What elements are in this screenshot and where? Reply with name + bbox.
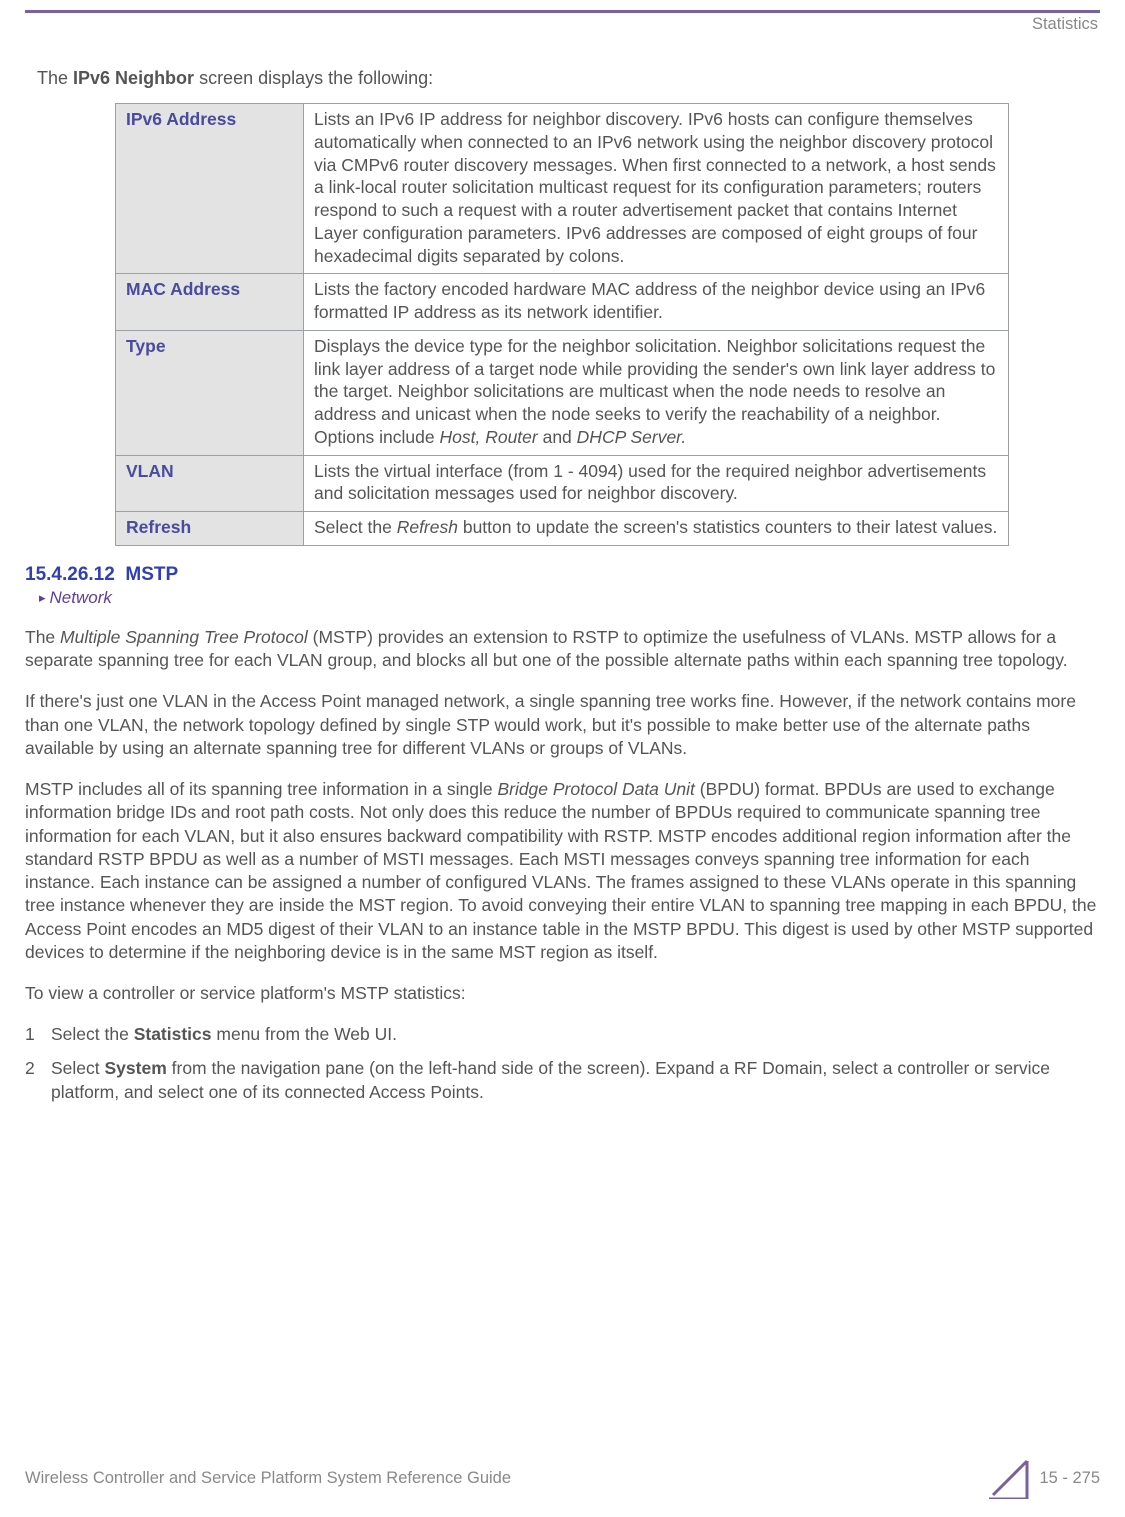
footer-right: 15 - 275 — [989, 1457, 1100, 1499]
table-row: MAC Address Lists the factory encoded ha… — [116, 274, 1009, 331]
definitions-table: IPv6 Address Lists an IPv6 IP address fo… — [115, 103, 1009, 546]
p-em: Bridge Protocol Data Unit — [497, 779, 694, 799]
row-desc: Lists the virtual interface (from 1 - 40… — [304, 455, 1009, 512]
row-desc: Displays the device type for the neighbo… — [304, 330, 1009, 455]
step-bold: Statistics — [134, 1024, 212, 1044]
table-row: VLAN Lists the virtual interface (from 1… — [116, 455, 1009, 512]
intro-bold: IPv6 Neighbor — [73, 68, 194, 88]
step-text: from the navigation pane (on the left-ha… — [51, 1058, 1050, 1102]
table-row: IPv6 Address Lists an IPv6 IP address fo… — [116, 104, 1009, 274]
section-title: MSTP — [125, 564, 178, 585]
step-text: Select — [51, 1058, 105, 1078]
breadcrumb[interactable]: ▸ Network — [39, 588, 1100, 608]
steps-list: Select the Statistics menu from the Web … — [25, 1023, 1100, 1104]
table-row: Refresh Select the Refresh button to upd… — [116, 512, 1009, 546]
row-desc-text: and — [538, 427, 577, 447]
body-paragraph: The Multiple Spanning Tree Protocol (MST… — [25, 626, 1100, 673]
footer-page-number: 15 - 275 — [1039, 1469, 1100, 1488]
row-desc: Select the Refresh button to update the … — [304, 512, 1009, 546]
row-label: IPv6 Address — [116, 104, 304, 274]
table-row: Type Displays the device type for the ne… — [116, 330, 1009, 455]
row-desc-em: DHCP Server. — [577, 427, 687, 447]
step-text: Select the — [51, 1024, 134, 1044]
step-bold: System — [105, 1058, 167, 1078]
row-label: MAC Address — [116, 274, 304, 331]
p-text: MSTP includes all of its spanning tree i… — [25, 779, 497, 799]
p-text: The — [25, 627, 60, 647]
intro-suffix: screen displays the following: — [194, 68, 433, 88]
body-paragraph: If there's just one VLAN in the Access P… — [25, 690, 1100, 760]
p-text: (BPDU) format. BPDUs are used to exchang… — [25, 779, 1096, 962]
header-rule — [25, 10, 1100, 13]
body-paragraph: To view a controller or service platform… — [25, 982, 1100, 1005]
footer-guide-title: Wireless Controller and Service Platform… — [25, 1469, 511, 1488]
row-label: Type — [116, 330, 304, 455]
row-desc-text: button to update the screen's statistics… — [458, 517, 997, 537]
section-heading: 15.4.26.12 MSTP — [25, 564, 1100, 586]
page-section-label: Statistics — [25, 15, 1100, 68]
row-desc: Lists an IPv6 IP address for neighbor di… — [304, 104, 1009, 274]
row-label: VLAN — [116, 455, 304, 512]
intro-text: The IPv6 Neighbor screen displays the fo… — [37, 68, 1100, 89]
list-item: Select the Statistics menu from the Web … — [25, 1023, 1100, 1047]
row-label: Refresh — [116, 512, 304, 546]
p-em: Multiple Spanning Tree Protocol — [60, 627, 308, 647]
step-text: menu from the Web UI. — [212, 1024, 397, 1044]
breadcrumb-label: Network — [50, 588, 112, 607]
row-desc-em: Host, Router — [440, 427, 538, 447]
row-desc: Lists the factory encoded hardware MAC a… — [304, 274, 1009, 331]
section-number: 15.4.26.12 — [25, 564, 115, 585]
page-footer: Wireless Controller and Service Platform… — [25, 1457, 1100, 1499]
page-corner-icon — [989, 1457, 1031, 1499]
row-desc-text: Select the — [314, 517, 397, 537]
body-paragraph: MSTP includes all of its spanning tree i… — [25, 778, 1100, 964]
list-item: Select System from the navigation pane (… — [25, 1057, 1100, 1104]
row-desc-em: Refresh — [397, 517, 458, 537]
breadcrumb-arrow-icon: ▸ — [39, 590, 46, 605]
intro-prefix: The — [37, 68, 73, 88]
